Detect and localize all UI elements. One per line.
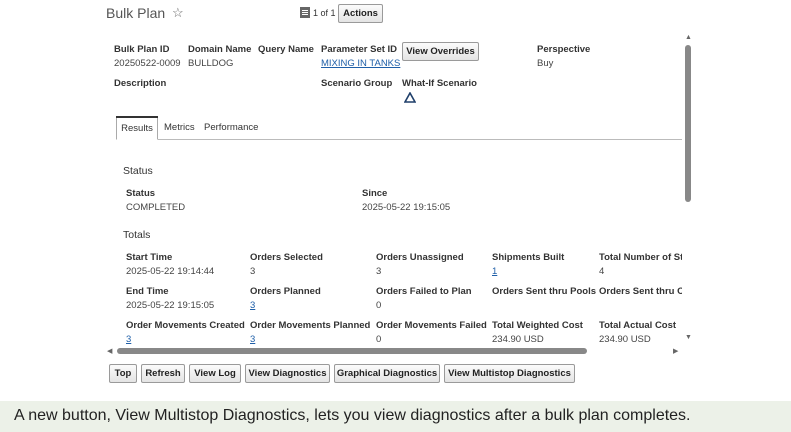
vertical-scrollbar[interactable]	[685, 45, 691, 202]
since-value: 2025-05-22 19:15:05	[362, 202, 451, 213]
bulk-plan-id-label: Bulk Plan ID	[114, 44, 170, 55]
orders-failed-label: Orders Failed to Plan	[376, 286, 472, 297]
orders-failed-value: 0	[376, 300, 382, 311]
orders-selected-label: Orders Selected	[250, 252, 323, 263]
end-time-value: 2025-05-22 19:15:05	[126, 300, 215, 311]
actions-button[interactable]: Actions	[338, 4, 383, 23]
totals-section-title: Totals	[123, 229, 151, 241]
total-weighted-cost-value: 234.90 USD	[492, 334, 544, 345]
total-actual-cost-label: Total Actual Cost	[599, 320, 677, 331]
what-if-scenario-label: What-If Scenario	[402, 78, 477, 89]
graphical-diagnostics-button[interactable]: Graphical Diagnostics	[334, 364, 440, 383]
tab-performance[interactable]: Performance	[204, 122, 258, 133]
orders-planned-label: Orders Planned	[250, 286, 321, 297]
status-value: COMPLETED	[126, 202, 186, 213]
orders-selected-value: 3	[250, 266, 256, 277]
order-movements-created-label: Order Movements Created	[126, 320, 245, 331]
status-section-title: Status	[123, 165, 153, 177]
domain-name-label: Domain Name	[188, 44, 252, 55]
orders-sent-pools-label: Orders Sent thru Pools	[492, 286, 596, 297]
domain-name-value: BULLDOG	[188, 58, 234, 69]
total-number-label: Total Number of St	[599, 252, 682, 263]
page-title: Bulk Plan	[106, 5, 166, 21]
tab-results[interactable]: Results	[116, 116, 158, 140]
orders-unassigned-label: Orders Unassigned	[376, 252, 464, 263]
scroll-up-arrow[interactable]: ▲	[685, 34, 692, 41]
parameter-set-id-link[interactable]: MIXING IN TANKS	[321, 58, 400, 69]
status-label: Status	[126, 188, 156, 199]
order-movements-created-link[interactable]: 3	[126, 334, 131, 345]
order-movements-failed-value: 0	[376, 334, 382, 345]
star-icon[interactable]: ☆	[172, 5, 184, 21]
orders-unassigned-value: 3	[376, 266, 382, 277]
shipments-built-link[interactable]: 1	[492, 266, 497, 277]
bulk-plan-id-value: 20250522-0009	[114, 58, 181, 69]
caption-text: A new button, View Multistop Diagnostics…	[14, 407, 691, 424]
order-movements-planned-label: Order Movements Planned	[250, 320, 371, 331]
start-time-label: Start Time	[126, 252, 173, 263]
query-name-label: Query Name	[258, 44, 314, 55]
triangle-icon[interactable]	[404, 92, 416, 103]
refresh-button[interactable]: Refresh	[141, 364, 185, 383]
tab-results-label: Results	[121, 122, 153, 134]
total-number-value: 4	[599, 266, 605, 277]
scroll-right-arrow[interactable]: ▶	[673, 347, 678, 355]
start-time-value: 2025-05-22 19:14:44	[126, 266, 215, 277]
view-overrides-button[interactable]: View Overrides	[402, 42, 479, 61]
order-movements-planned-link[interactable]: 3	[250, 334, 255, 345]
description-label: Description	[114, 78, 167, 89]
parameter-set-id-label: Parameter Set ID	[321, 44, 398, 55]
page-icon	[300, 7, 310, 18]
orders-sent-c-label: Orders Sent thru C	[599, 286, 682, 297]
scroll-down-arrow[interactable]: ▼	[685, 334, 692, 341]
orders-planned-link[interactable]: 3	[250, 300, 255, 311]
order-movements-failed-label: Order Movements Failed	[376, 320, 487, 331]
horizontal-scrollbar[interactable]	[117, 348, 587, 354]
view-log-button[interactable]: View Log	[189, 364, 241, 383]
perspective-label: Perspective	[537, 44, 591, 55]
view-diagnostics-button[interactable]: View Diagnostics	[245, 364, 330, 383]
scenario-group-label: Scenario Group	[321, 78, 393, 89]
view-multistop-diagnostics-button[interactable]: View Multistop Diagnostics	[444, 364, 575, 383]
total-actual-cost-value: 234.90 USD	[599, 334, 651, 345]
total-weighted-cost-label: Total Weighted Cost	[492, 320, 583, 331]
shipments-built-label: Shipments Built	[492, 252, 565, 263]
since-label: Since	[362, 188, 388, 199]
page-indicator-text: 1 of 1	[313, 7, 336, 18]
page-indicator: 1 of 1	[300, 7, 336, 18]
results-panel: Status Status COMPLETED Since 2025-05-22…	[110, 150, 682, 346]
end-time-label: End Time	[126, 286, 169, 297]
top-button[interactable]: Top	[109, 364, 137, 383]
scroll-left-arrow[interactable]: ◀	[107, 347, 112, 355]
tab-metrics[interactable]: Metrics	[164, 122, 195, 133]
tabs-divider	[116, 139, 682, 140]
perspective-value: Buy	[537, 58, 554, 69]
